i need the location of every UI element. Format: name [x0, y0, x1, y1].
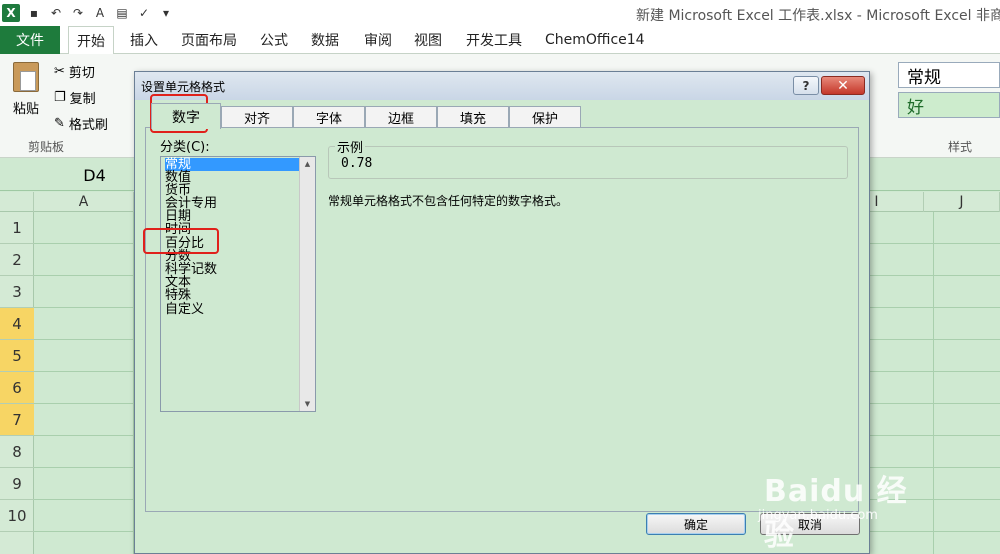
select-all-corner[interactable]	[0, 192, 34, 212]
category-item[interactable]: 自定义	[165, 303, 204, 316]
clipboard-group-label: 剪贴板	[28, 140, 65, 154]
preview-icon[interactable]: ▤	[114, 5, 130, 21]
styles-group-label: 样式	[948, 140, 973, 154]
customize-qat-icon[interactable]: ▾	[158, 5, 174, 21]
dialog-title-bar[interactable]: 设置单元格格式 ? ✕	[135, 72, 869, 100]
scroll-down-icon[interactable]: ▼	[300, 397, 315, 411]
format-description: 常规单元格格式不包含任何特定的数字格式。	[328, 194, 569, 208]
style-good[interactable]: 好	[898, 92, 1000, 118]
category-scrollbar[interactable]: ▲ ▼	[299, 157, 315, 411]
scissors-icon: ✂	[54, 64, 65, 79]
row-header[interactable]: 9	[0, 468, 34, 500]
sample-value: 0.78	[341, 156, 373, 171]
tab-insert[interactable]: 插入	[130, 26, 158, 54]
format-painter-label: 格式刷	[68, 118, 108, 133]
row-header[interactable]: 10	[0, 500, 34, 532]
row-header[interactable]: 6	[0, 372, 34, 404]
ok-button[interactable]: 确定	[646, 513, 746, 535]
spelling-icon[interactable]: ✓	[136, 5, 152, 21]
tab-fill[interactable]: 填充	[437, 106, 509, 128]
help-button[interactable]: ?	[793, 76, 819, 95]
watermark: Baidu 经验 jingyan.baidu.com	[758, 462, 938, 553]
row-header[interactable]: 1	[0, 212, 34, 244]
paste-label: 粘贴	[12, 102, 39, 117]
category-item[interactable]: 特殊	[165, 289, 191, 302]
watermark-url: jingyan.baidu.com	[758, 508, 878, 523]
paste-button[interactable]: 粘贴	[8, 62, 44, 117]
copy-label: 复制	[69, 92, 96, 107]
category-label: 分类(C):	[160, 140, 210, 155]
tab-protection[interactable]: 保护	[509, 106, 581, 128]
save-icon[interactable]: ▪	[26, 5, 42, 21]
file-tab[interactable]: 文件	[0, 26, 60, 54]
row-header[interactable]: 3	[0, 276, 34, 308]
window-title: 新建 Microsoft Excel 工作表.xlsx - Microsoft …	[636, 8, 1000, 24]
sample-group: 示例 0.78	[328, 137, 848, 179]
row-header[interactable]: 8	[0, 436, 34, 468]
format-painter-button[interactable]: ✎ 格式刷	[54, 114, 108, 133]
copy-icon: ❐	[54, 90, 66, 105]
column-header-j[interactable]: J	[924, 192, 1000, 212]
tab-developer[interactable]: 开发工具	[466, 26, 522, 54]
tab-data[interactable]: 数据	[311, 26, 339, 54]
tab-number[interactable]: 数字	[151, 103, 221, 129]
tab-view[interactable]: 视图	[414, 26, 442, 54]
tab-review[interactable]: 审阅	[364, 26, 392, 54]
number-tab-panel: 分类(C): 常规 数值 货币 会计专用 日期 时间 百分比 分数 科学记数 文…	[145, 127, 859, 512]
dialog-window-buttons: ? ✕	[793, 76, 865, 95]
cut-label: 剪切	[68, 66, 95, 81]
brush-icon: ✎	[54, 116, 65, 131]
sample-label: 示例	[335, 137, 366, 156]
category-list[interactable]: 常规 数值 货币 会计专用 日期 时间 百分比 分数 科学记数 文本 特殊 自定…	[160, 156, 316, 412]
excel-logo-icon[interactable]: X	[2, 4, 20, 22]
tab-alignment[interactable]: 对齐	[221, 106, 293, 128]
column-header-a[interactable]: A	[34, 192, 134, 212]
copy-button[interactable]: ❐ 复制	[54, 88, 96, 107]
ribbon-tabs: 文件 开始 插入 页面布局 公式 数据 审阅 视图 开发工具 ChemOffic…	[0, 26, 1000, 55]
row-header[interactable]: 4	[0, 308, 34, 340]
tab-font[interactable]: 字体	[293, 106, 365, 128]
row-header[interactable]: 7	[0, 404, 34, 436]
style-normal[interactable]: 常规	[898, 62, 1000, 88]
tab-chemoffice[interactable]: ChemOffice14	[545, 26, 645, 54]
tab-border[interactable]: 边框	[365, 106, 437, 128]
tab-home[interactable]: 开始	[68, 26, 114, 55]
scroll-up-icon[interactable]: ▲	[300, 157, 315, 171]
undo-icon[interactable]: ↶	[48, 5, 64, 21]
paste-icon	[13, 62, 39, 92]
tab-page-layout[interactable]: 页面布局	[181, 26, 237, 54]
tab-formulas[interactable]: 公式	[260, 26, 288, 54]
dialog-title: 设置单元格格式	[141, 79, 226, 94]
quick-access-toolbar: X ▪ ↶ ↷ A ▤ ✓ ▾	[2, 3, 174, 23]
row-header[interactable]: 2	[0, 244, 34, 276]
font-size-icon[interactable]: A	[92, 5, 108, 21]
highlight-percentage-item	[143, 228, 219, 254]
close-button[interactable]: ✕	[821, 76, 865, 95]
redo-icon[interactable]: ↷	[70, 5, 86, 21]
cut-button[interactable]: ✂ 剪切	[54, 62, 95, 81]
title-bar: X ▪ ↶ ↷ A ▤ ✓ ▾ 新建 Microsoft Excel 工作表.x…	[0, 0, 1000, 26]
row-header[interactable]: 5	[0, 340, 34, 372]
row-headers: 1 2 3 4 5 6 7 8 9 10	[0, 212, 34, 554]
